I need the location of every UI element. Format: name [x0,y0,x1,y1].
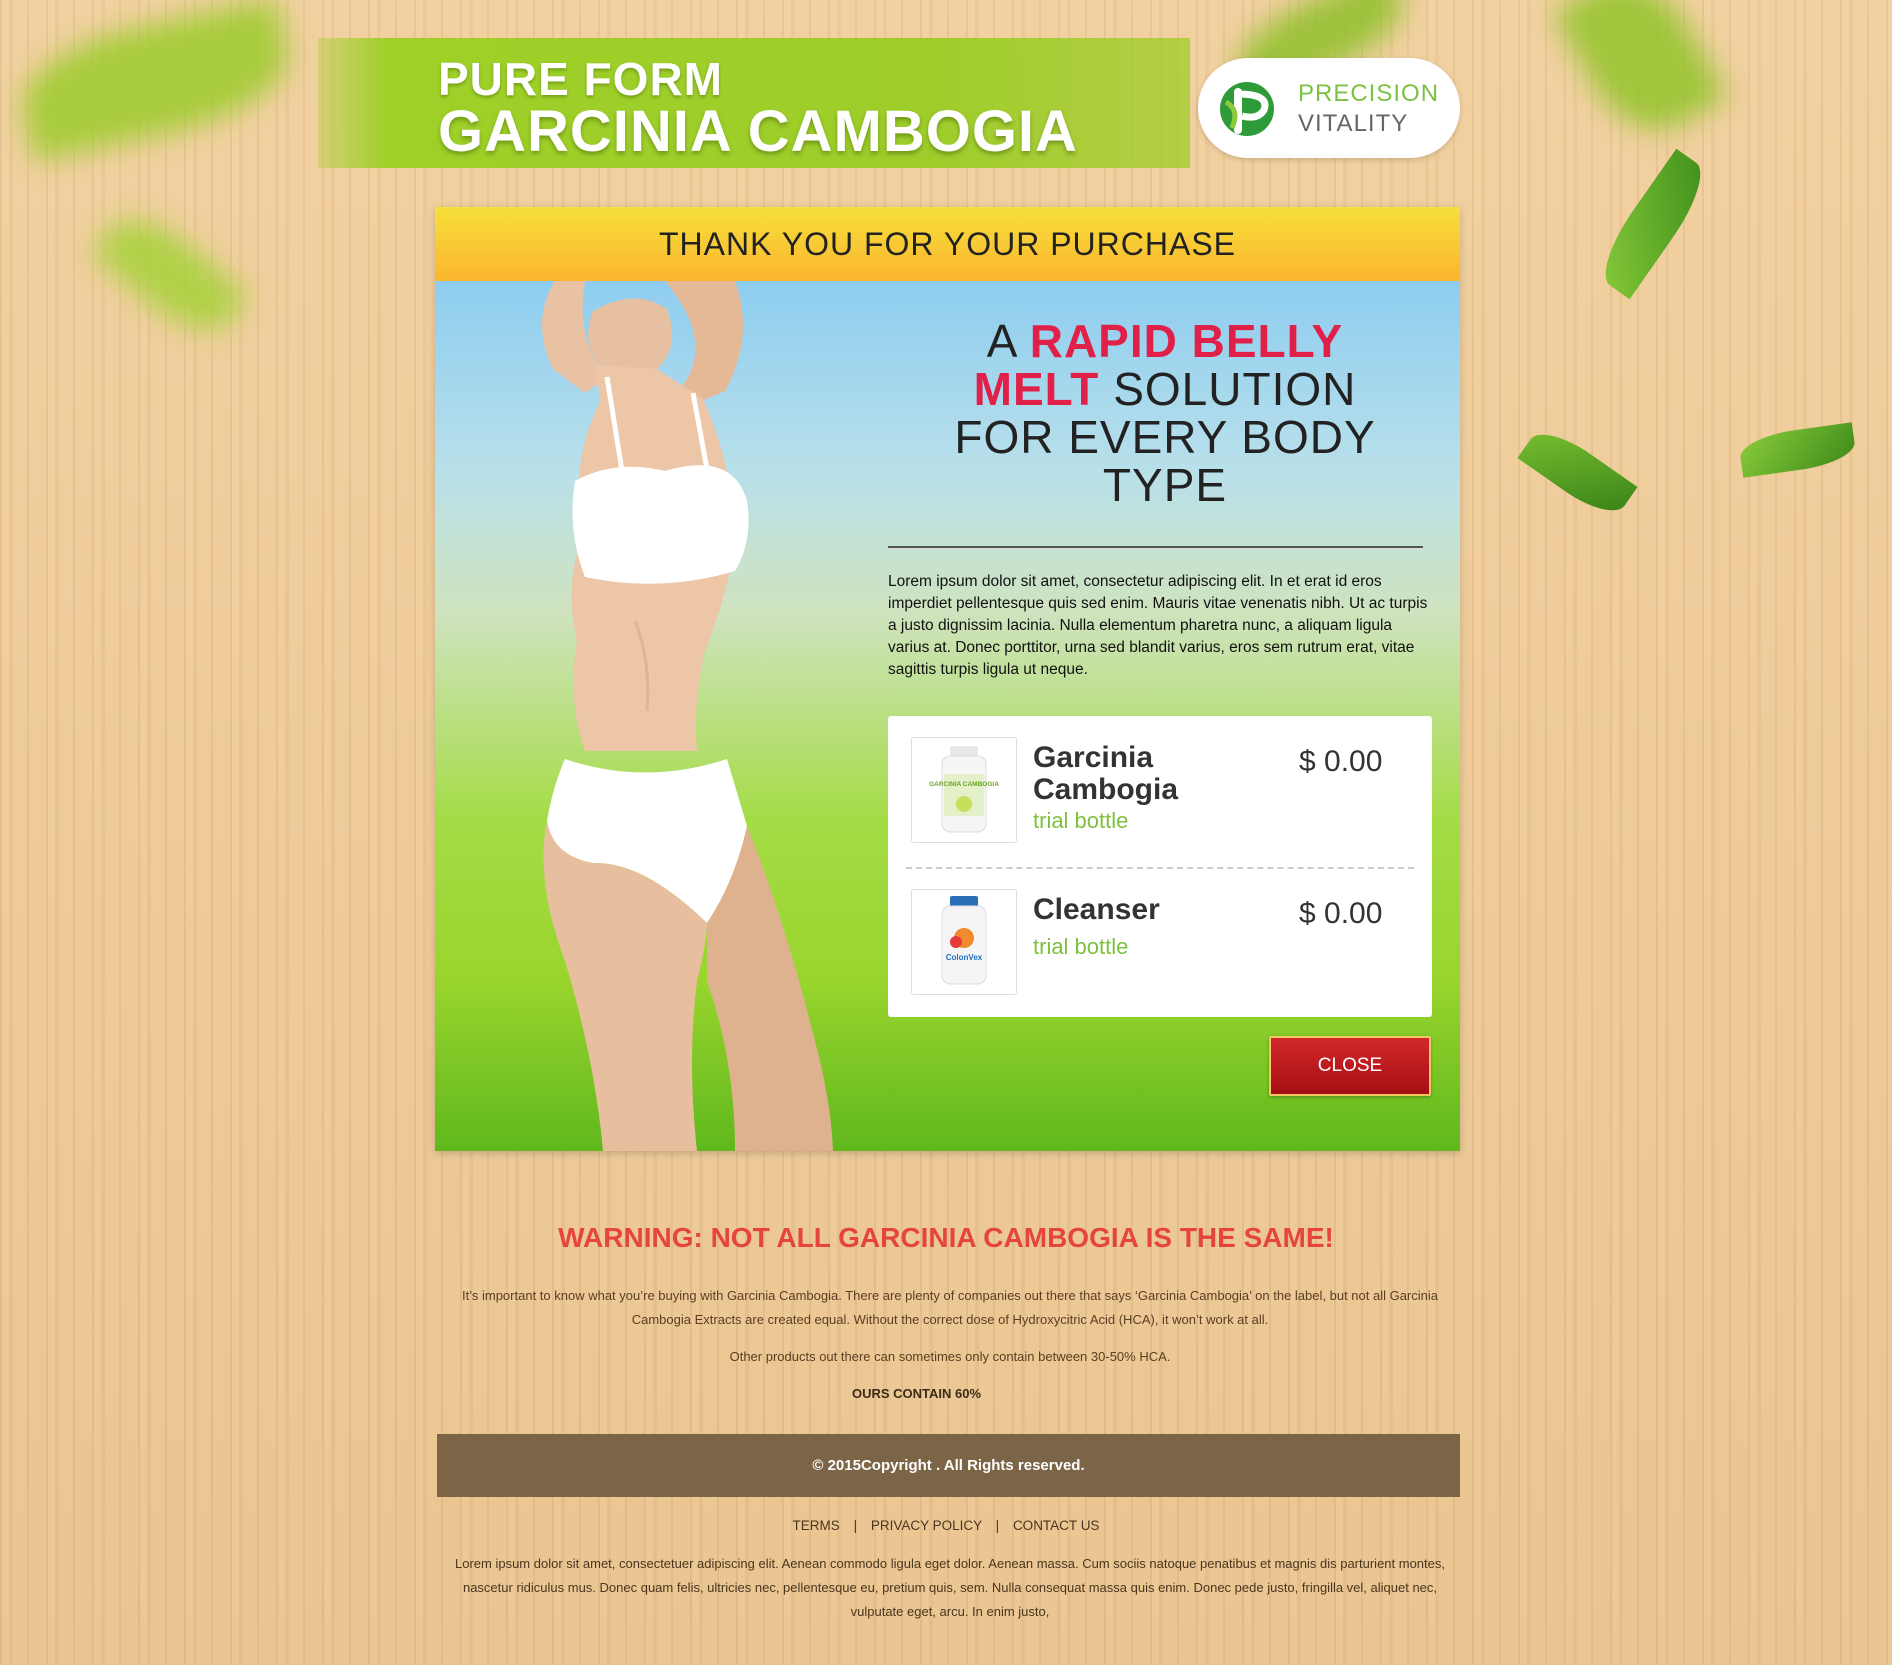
product-price: $ 0.00 [1299,897,1383,930]
copyright-bar: © 2015Copyright . All Rights reserved. [437,1434,1460,1497]
link-separator: | [995,1518,1000,1533]
brand-title[interactable]: GARCINIA CAMBOGIA [438,98,1078,165]
precision-vitality-logo-icon [1220,82,1274,136]
cleanser-bottle-icon: ColonVex [941,896,987,985]
product-price: $ 0.00 [1299,745,1383,778]
order-item[interactable]: GARCINIA CAMBOGIA Garcinia Cambogia tria… [911,737,1411,847]
close-button[interactable]: CLOSE [1269,1036,1431,1096]
privacy-policy-link[interactable]: PRIVACY POLICY [871,1518,982,1533]
warning-heading: WARNING: NOT ALL GARCINIA CAMBOGIA IS TH… [558,1222,1334,1253]
product-subtitle: trial bottle [1033,808,1129,833]
headline: A RAPID BELLY MELT SOLUTION FOR EVERY BO… [915,317,1415,509]
green-leaf-decoration [1737,422,1858,478]
blurred-leaf-decoration [11,0,299,162]
order-summary: GARCINIA CAMBOGIA Garcinia Cambogia tria… [888,716,1432,1017]
product-name: Garcinia Cambogia [1033,741,1179,806]
product-subtitle: trial bottle [1033,934,1129,959]
footer-text: Lorem ipsum dolor sit amet, consectetuer… [455,1556,1445,1619]
green-leaf-decoration [1590,148,1716,300]
item-separator [906,867,1414,869]
headline-text: SOLUTION [1113,363,1357,415]
headline-highlight: RAPID BELLY [1029,315,1344,367]
hca-emphasis: OURS CONTAIN 60% [852,1386,982,1401]
logo-text-vitality: VITALITY [1298,110,1409,137]
link-separator: | [853,1518,858,1533]
product-name: Cleanser [1033,893,1160,926]
panel-description: Lorem ipsum dolor sit amet, consectetur … [888,573,1428,678]
bottle-label: ColonVex [946,953,983,962]
headline-prefix: A [986,315,1016,367]
precision-vitality-logo[interactable]: PRECISION VITALITY [1198,58,1460,158]
logo-text-precision: PRECISION [1298,80,1440,107]
bottle-label: GARCINIA CAMBOGIA [929,781,999,788]
blurred-leaf-decoration [90,199,250,351]
order-item[interactable]: ColonVex Cleanser trial bottle $ 0.00 [911,889,1411,999]
contact-us-link[interactable]: CONTACT US [1013,1518,1100,1533]
warning-paragraph-hca: Other products out there can sometimes o… [729,1349,1171,1364]
panel-body: A RAPID BELLY MELT SOLUTION FOR EVERY BO… [435,281,1460,1151]
garcinia-bottle-icon: GARCINIA CAMBOGIA [929,746,999,833]
woman-figure-image [541,281,833,1151]
headline-text: TYPE [1102,459,1228,511]
headline-highlight: MELT [973,363,1100,415]
product-thumbnail: ColonVex [911,889,1017,995]
warning-paragraph: It’s important to know what you’re buyin… [462,1288,1438,1327]
headline-text: FOR EVERY BODY [954,411,1376,463]
green-leaf-decoration [1517,421,1638,524]
product-thumbnail: GARCINIA CAMBOGIA [911,737,1017,843]
panel-header: THANK YOU FOR YOUR PURCHASE [435,207,1460,281]
thank-you-panel: THANK YOU FOR YOUR PURCHASE A RAPID BELL… [435,207,1460,1151]
headline-divider [888,546,1423,549]
blurred-leaf-decoration [1552,0,1728,152]
footer-links: TERMS | PRIVACY POLICY | CONTACT US [0,1518,1892,1533]
terms-link[interactable]: TERMS [793,1518,840,1533]
